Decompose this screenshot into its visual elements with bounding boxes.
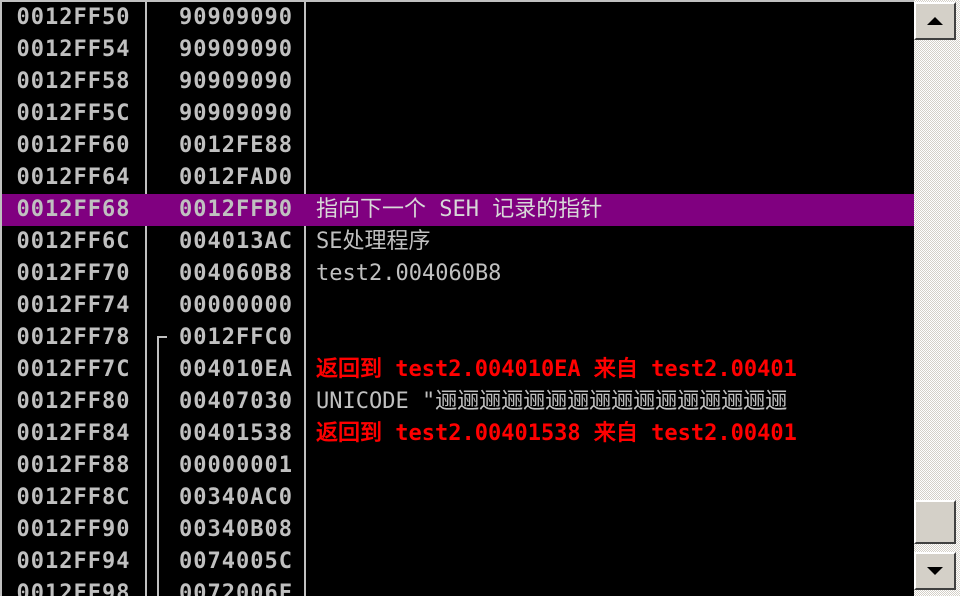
stack-row[interactable]: 0012FF54 90909090 [2, 34, 914, 66]
scroll-thumb[interactable] [914, 500, 956, 544]
stack-value: 00407030 [179, 389, 293, 414]
stack-row[interactable]: 0012FF7C 004010EA 返回到 test2.004010EA 来自 te… [2, 354, 914, 386]
stack-address: 0012FF54 [16, 37, 131, 62]
stack-value: 00340AC0 [179, 485, 293, 510]
stack-address: 0012FF94 [16, 549, 131, 574]
stack-row[interactable]: 0012FF8C 00340AC0 [2, 482, 914, 514]
stack-value: 00340B08 [179, 517, 293, 542]
scroll-up-button[interactable] [914, 2, 956, 40]
stack-value: 0072006F [179, 581, 293, 596]
stack-address: 0012FF90 [16, 517, 131, 542]
frame-bracket-tick [157, 336, 167, 338]
frame-bracket [157, 336, 159, 596]
stack-value: 90909090 [179, 101, 293, 126]
stack-address: 0012FF84 [16, 421, 131, 446]
stack-row[interactable]: 0012FF88 00000001 [2, 450, 914, 482]
stack-row[interactable]: 0012FF94 0074005C [2, 546, 914, 578]
stack-address: 0012FF98 [16, 581, 131, 596]
stack-value: 90909090 [179, 37, 293, 62]
stack-value: 00000000 [179, 293, 293, 318]
stack-address: 0012FF64 [16, 165, 131, 190]
stack-address: 0012FF74 [16, 293, 131, 318]
stack-value: 90909090 [179, 69, 293, 94]
stack-row[interactable]: 0012FF74 00000000 [2, 290, 914, 322]
stack-row[interactable]: 0012FF80 00407030 UNICODE "逦逦逦逦逦逦逦逦逦逦逦逦逦逦逦… [2, 386, 914, 418]
stack-value: 00000001 [179, 453, 293, 478]
stack-address: 0012FF50 [16, 5, 131, 30]
stack-address: 0012FF78 [16, 325, 131, 350]
stack-value: 0012FFB0 [179, 197, 293, 222]
stack-value: 0074005C [179, 549, 293, 574]
stack-comment: 指向下一个 SEH 记录的指针 [316, 197, 603, 222]
stack-value: 0012FAD0 [179, 165, 293, 190]
stack-address: 0012FF70 [16, 261, 131, 286]
stack-row[interactable]: 0012FF90 00340B08 [2, 514, 914, 546]
stack-address: 0012FF58 [16, 69, 131, 94]
stack-row[interactable]: 0012FF58 90909090 [2, 66, 914, 98]
stack-row[interactable]: 0012FF68 0012FFB0 指向下一个 SEH 记录的指针 [2, 194, 914, 226]
stack-comment: test2.004060B8 [316, 261, 502, 286]
stack-row[interactable]: 0012FF50 90909090 [2, 2, 914, 34]
stack-address: 0012FF5C [16, 101, 131, 126]
stack-row[interactable]: 0012FF5C 90909090 [2, 98, 914, 130]
down-arrow-icon [927, 567, 943, 575]
stack-row[interactable]: 0012FF78 0012FFC0 [2, 322, 914, 354]
stack-address: 0012FF8C [16, 485, 131, 510]
stack-row[interactable]: 0012FF84 00401538 返回到 test2.00401538 来自 te… [2, 418, 914, 450]
stack-comment: 返回到 test2.00401538 来自 test2.00401 [316, 421, 797, 446]
vertical-scrollbar[interactable] [914, 0, 960, 596]
stack-comment: SE处理程序 [316, 229, 431, 254]
stack-comment: 返回到 test2.004010EA 来自 test2.00401 [316, 357, 797, 382]
stack-row[interactable]: 0012FF64 0012FAD0 [2, 162, 914, 194]
stack-address: 0012FF60 [16, 133, 131, 158]
stack-row[interactable]: 0012FF98 0072006F [2, 578, 914, 596]
stack-address: 0012FF88 [16, 453, 131, 478]
stack-value: 004060B8 [179, 261, 293, 286]
stack-pane[interactable]: 0012FF50 90909090 0012FF54 90909090 0012FF58… [0, 0, 914, 596]
stack-row[interactable]: 0012FF70 004060B8 test2.004060B8 [2, 258, 914, 290]
stack-address: 0012FF6C [16, 229, 131, 254]
stack-value: 004010EA [179, 357, 293, 382]
stack-row[interactable]: 0012FF6C 004013AC SE处理程序 [2, 226, 914, 258]
stack-address: 0012FF7C [16, 357, 131, 382]
stack-value: 90909090 [179, 5, 293, 30]
up-arrow-icon [927, 17, 943, 25]
stack-value: 0012FE88 [179, 133, 293, 158]
scroll-down-button[interactable] [914, 552, 956, 590]
stack-row[interactable]: 0012FF60 0012FE88 [2, 130, 914, 162]
stack-comment: UNICODE "逦逦逦逦逦逦逦逦逦逦逦逦逦逦逦逦 [316, 389, 788, 414]
stack-value: 0012FFC0 [179, 325, 293, 350]
stack-value: 00401538 [179, 421, 293, 446]
stack-address: 0012FF68 [16, 197, 131, 222]
stack-value: 004013AC [179, 229, 293, 254]
stack-address: 0012FF80 [16, 389, 131, 414]
